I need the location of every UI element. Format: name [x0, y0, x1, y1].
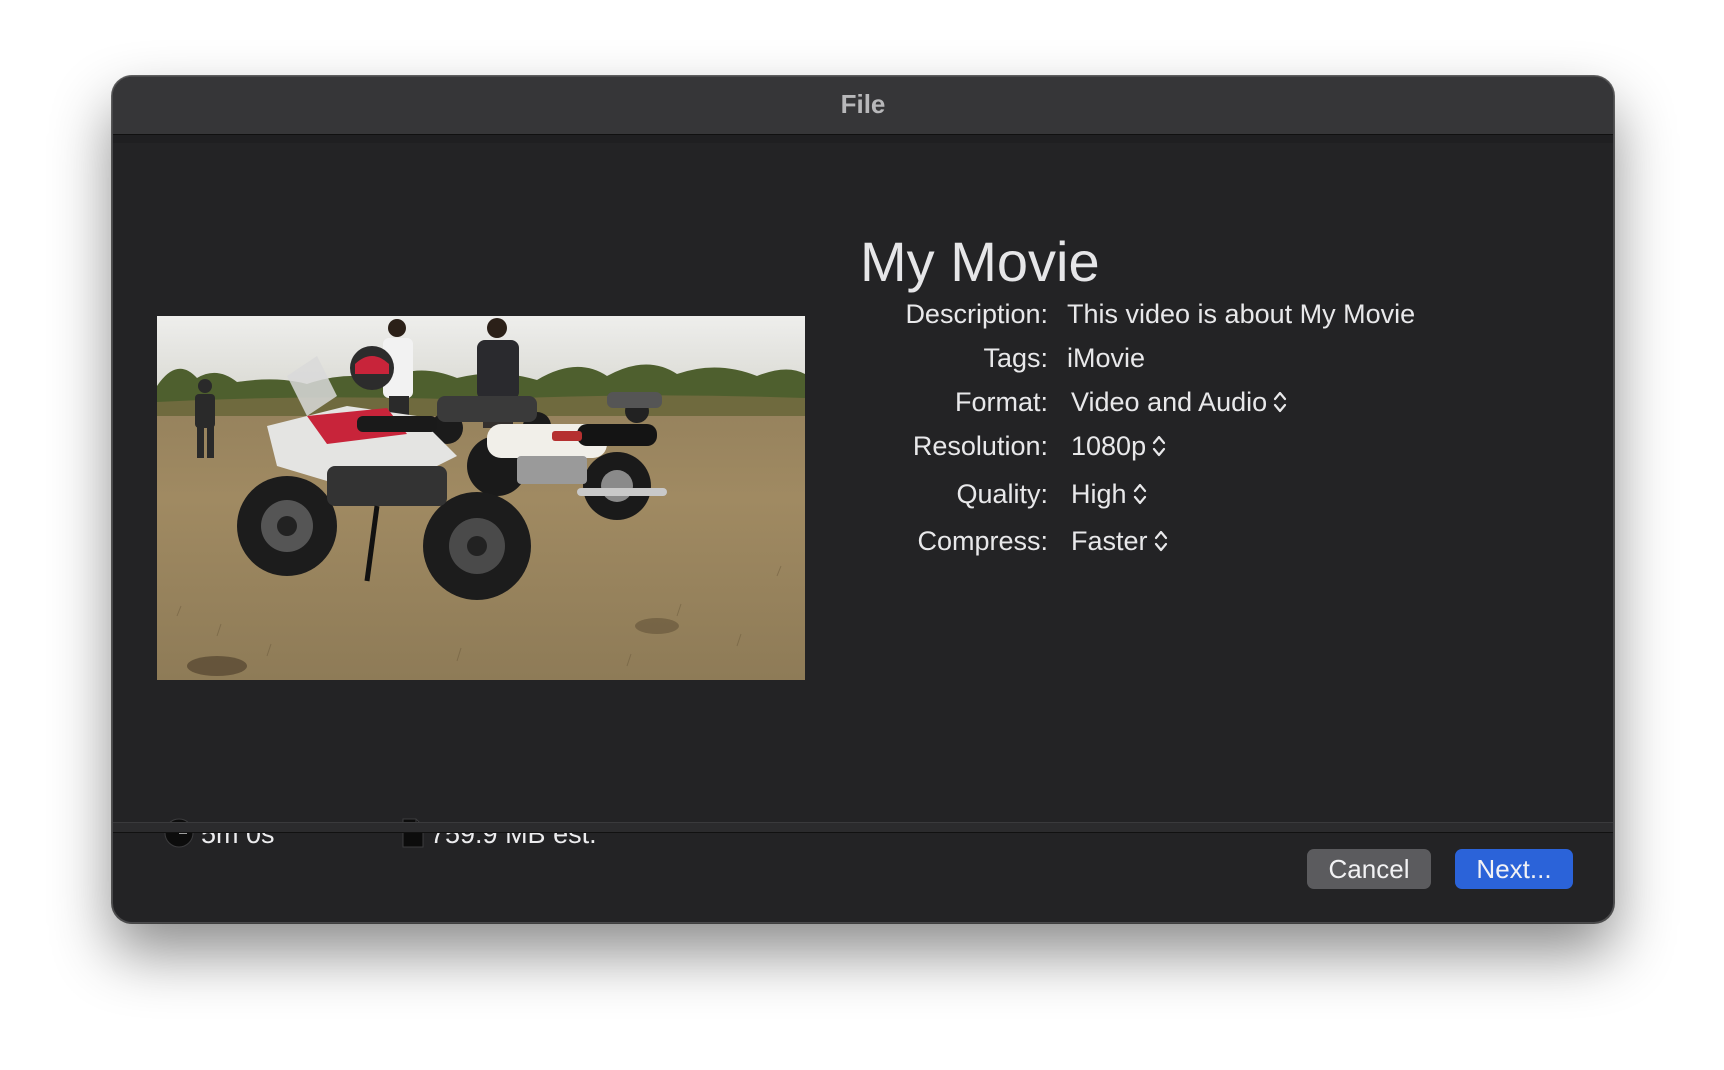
cancel-button[interactable]: Cancel	[1307, 849, 1431, 889]
chevron-up-down-icon	[1133, 483, 1146, 504]
compress-value: Faster	[1071, 526, 1148, 556]
quality-value: High	[1071, 479, 1127, 509]
tags-row: Tags: iMovie	[113, 343, 1613, 383]
resolution-value: 1080p	[1071, 431, 1147, 461]
resolution-label: Resolution:	[912, 431, 1048, 461]
format-popup[interactable]: Video and Audio	[1071, 387, 1287, 418]
format-label: Format:	[954, 387, 1048, 417]
export-file-dialog: File My Movie Description: This video is…	[112, 76, 1614, 923]
compress-label: Compress:	[917, 526, 1048, 556]
movie-title: My Movie	[860, 230, 1100, 293]
quality-popup[interactable]: High	[1071, 479, 1147, 510]
quality-label: Quality:	[956, 479, 1048, 509]
divider	[113, 135, 1613, 143]
resolution-row: Resolution: 1080p	[113, 431, 1613, 471]
chevron-up-down-icon	[1154, 530, 1167, 551]
resolution-popup[interactable]: 1080p	[1071, 431, 1166, 462]
tags-label: Tags:	[983, 343, 1048, 373]
title-bar: File	[113, 77, 1613, 135]
compress-popup[interactable]: Faster	[1071, 526, 1168, 557]
window-title: File	[840, 89, 886, 119]
chevron-up-down-icon	[1152, 435, 1166, 456]
dialog-content: My Movie Description: This video is abou…	[113, 143, 1613, 903]
description-label: Description:	[905, 299, 1048, 329]
description-field[interactable]: This video is about My Movie	[1067, 299, 1415, 330]
format-value: Video and Audio	[1071, 387, 1268, 417]
compress-row: Compress: Faster	[113, 526, 1613, 566]
format-row: Format: Video and Audio	[113, 387, 1613, 427]
next-button[interactable]: Next...	[1455, 849, 1573, 889]
tags-field[interactable]: iMovie	[1067, 343, 1145, 374]
quality-row: Quality: High	[113, 479, 1613, 519]
chevron-up-down-icon	[1274, 391, 1287, 412]
divider	[113, 822, 1613, 833]
description-row: Description: This video is about My Movi…	[113, 299, 1613, 339]
